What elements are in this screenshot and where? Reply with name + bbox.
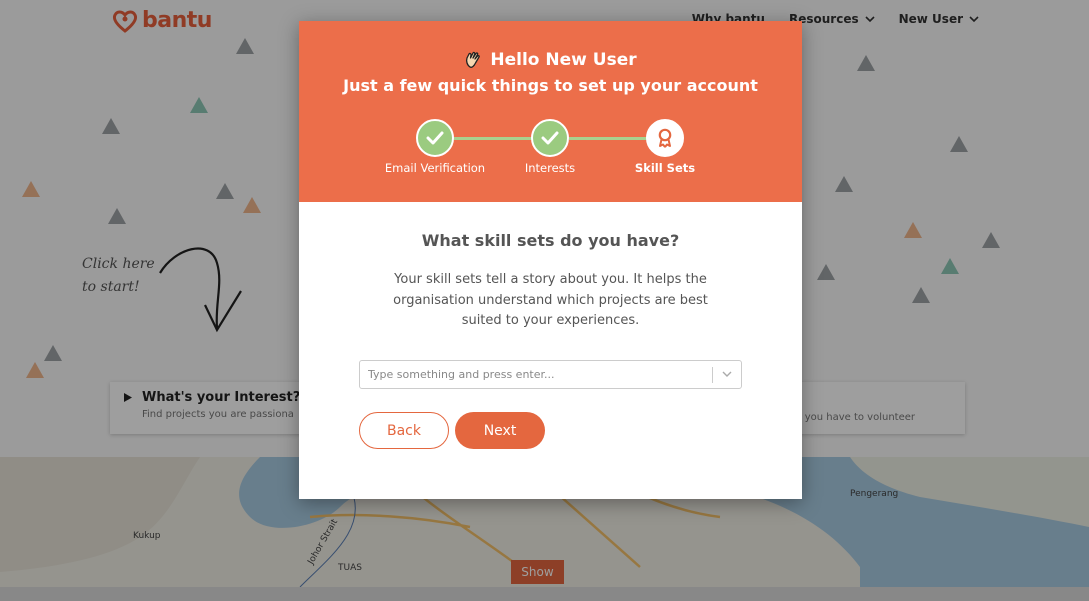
skill-sets-select[interactable]: [359, 360, 742, 389]
award-ribbon-icon: [658, 128, 672, 148]
step-circle: [646, 119, 684, 157]
progress-stepper: Email Verification Interests Skill Sets: [299, 119, 802, 179]
modal-body: What skill sets do you have? Your skill …: [299, 231, 802, 332]
skill-sets-input[interactable]: [360, 361, 712, 388]
checkmark-icon: [541, 131, 559, 145]
waving-hand-icon: [464, 50, 484, 70]
onboarding-modal: Hello New User Just a few quick things t…: [299, 21, 802, 499]
dropdown-toggle[interactable]: [713, 361, 741, 388]
question-description: Your skill sets tell a story about you. …: [393, 272, 708, 328]
checkmark-icon: [426, 131, 444, 145]
greeting: Hello New User: [490, 50, 637, 70]
back-button[interactable]: Back: [359, 412, 449, 449]
next-button[interactable]: Next: [455, 412, 545, 449]
modal-subtitle: Just a few quick things to set up your a…: [343, 76, 758, 95]
step-circle: [531, 119, 569, 157]
modal-header: Hello New User Just a few quick things t…: [299, 21, 802, 202]
step-circle: [416, 119, 454, 157]
question-heading: What skill sets do you have?: [421, 231, 680, 250]
chevron-down-icon: [722, 371, 732, 377]
step-skill-sets: Skill Sets: [595, 119, 735, 175]
step-label: Skill Sets: [634, 161, 696, 175]
